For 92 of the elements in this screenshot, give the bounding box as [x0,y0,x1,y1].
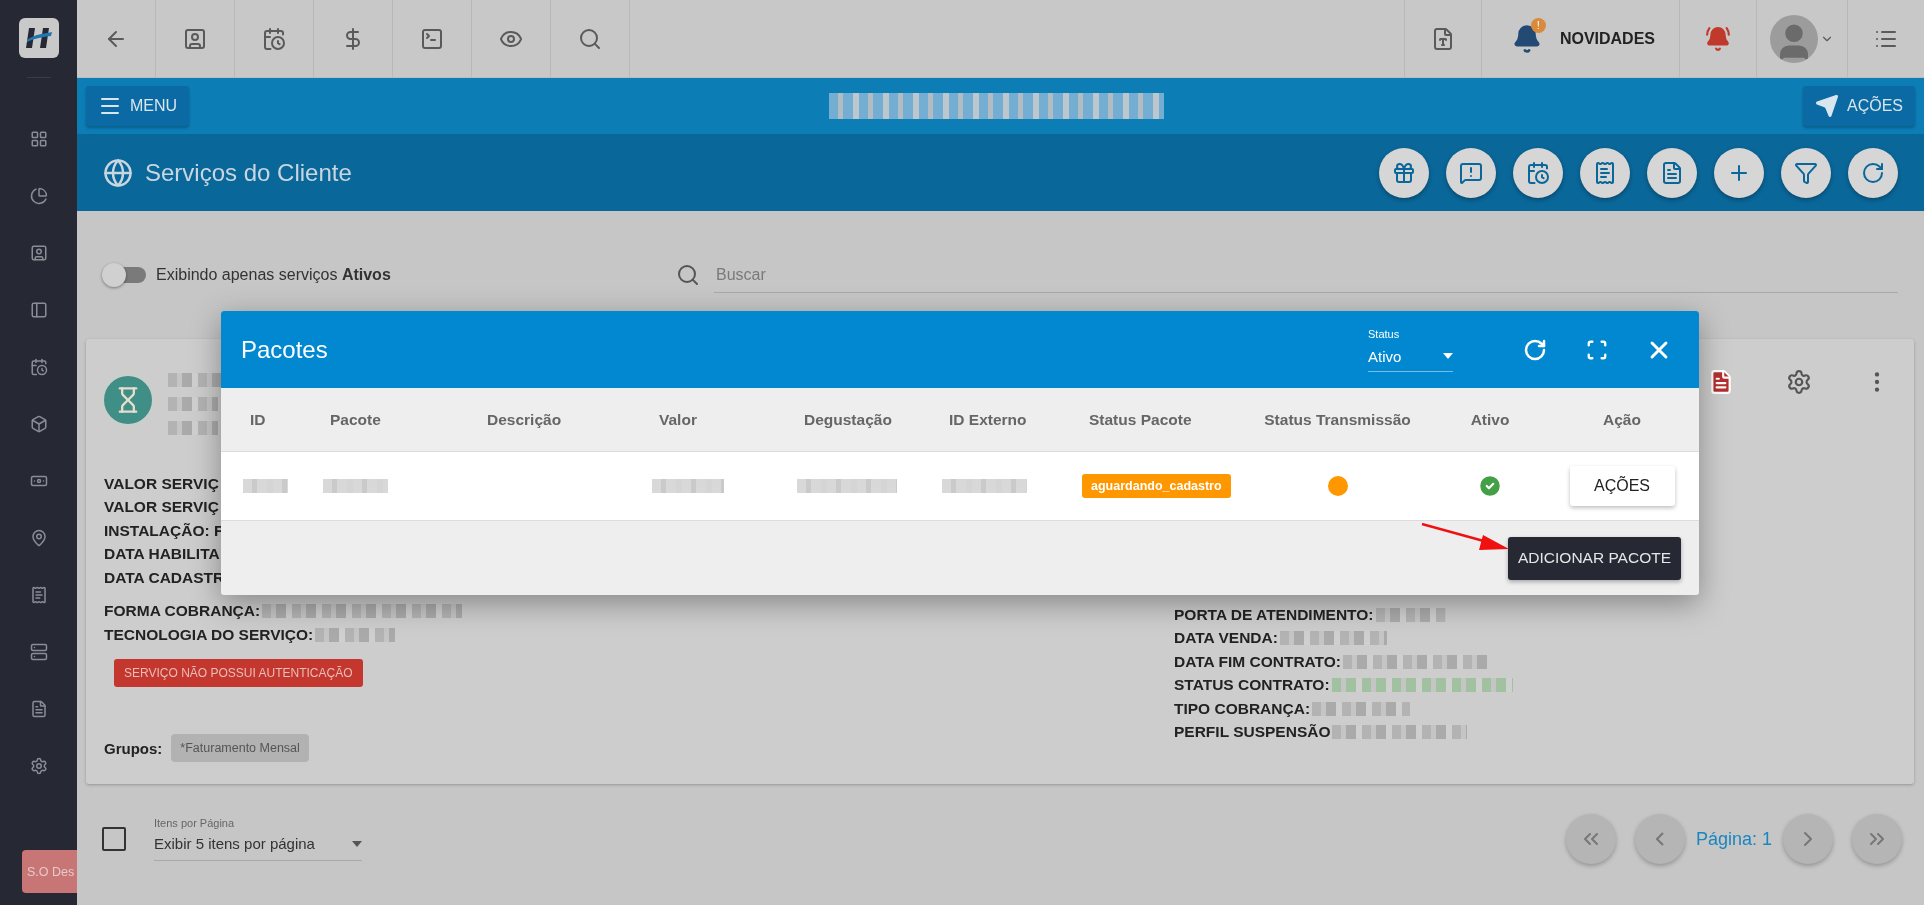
field-label: FORMA COBRANÇA: [104,602,261,621]
redacted-value [652,479,724,493]
field-label: TECNOLOGIA DO SERVIÇO: [104,625,314,644]
redacted-value [243,479,288,493]
document-icon [29,699,48,718]
globe-icon [103,157,133,188]
field-label: VALOR SERVIÇ [104,498,219,517]
action-button[interactable] [1848,147,1898,198]
status-select[interactable]: Status Ativo [1368,327,1453,372]
contact-card-icon [183,26,207,51]
column-header: Status Transmissão [1263,410,1412,429]
action-button[interactable] [1781,147,1831,198]
alert-message-icon [1459,160,1483,185]
page-title: Serviços do Cliente [145,158,353,187]
field-label: DATA FIM CONTRATO: [1174,652,1342,671]
caret-icon [1443,353,1453,359]
field-label: STATUS CONTRATO: [1174,676,1330,695]
column-header: Valor [658,410,698,429]
action-button[interactable] [1513,147,1563,198]
redacted-value [323,479,388,493]
last-page-button[interactable] [1852,814,1902,864]
actions-button[interactable]: AÇÕES [1569,466,1675,506]
refresh-icon [1523,337,1547,362]
pie-chart-icon [29,186,48,205]
add-package-button[interactable]: ADICIONAR PACOTE [1508,536,1681,580]
auth-warning-badge: SERVIÇO NÃO POSSUI AUTENTICAÇÃO [114,658,363,687]
caret-icon [352,840,362,847]
alarm-bell-icon [1705,25,1731,52]
column-header: Status Pacote [1088,410,1193,429]
document-icon[interactable] [1708,369,1734,395]
first-page-button[interactable] [1565,814,1616,864]
column-header: Pacote [329,410,382,429]
group-chip: *Faturamento Mensal [171,734,309,762]
news-button[interactable]: ! NOVIDADES [1480,0,1679,77]
calendar-clock-icon [29,357,48,376]
grid-icon [29,129,48,148]
action-button[interactable] [1580,147,1630,198]
document-icon [1660,160,1684,185]
column-header: ID [249,410,267,429]
fullscreen-icon [1586,338,1608,361]
receipt-icon [1593,160,1617,185]
receipt-icon [29,585,48,604]
box-icon [29,414,48,433]
redacted-value [1375,607,1446,622]
field-label: DATA CADASTR [104,568,225,587]
menu-button[interactable]: MENU [86,86,190,126]
dialog-title: Pacotes [241,335,329,364]
actions-button[interactable]: AÇÕES [1803,86,1915,126]
refresh-icon [1861,160,1885,185]
field-label: PERFIL SUSPENSÃO [1174,723,1331,742]
search-icon [578,26,602,51]
column-header: Descrição [486,410,563,429]
items-per-page-select[interactable]: Itens por Página Exibir 5 itens por página [154,817,362,861]
filter-icon [1794,160,1818,185]
settings-icon[interactable] [1786,369,1812,395]
news-label: NOVIDADES [1559,29,1655,48]
send-icon [1815,94,1839,118]
field-label: DATA VENDA: [1174,629,1278,648]
field-label: PORTA DE ATENDIMENTO: [1174,605,1374,624]
action-button[interactable] [1714,147,1764,198]
chevron-left-icon [1655,832,1664,846]
page-indicator: Página: 1 [1695,828,1772,850]
transmission-status-dot [1327,476,1348,496]
search-icon [676,263,700,287]
column-header: Degustação [803,410,893,429]
terminal-icon [420,26,444,51]
field-label: TIPO COBRANÇA: [1174,699,1311,718]
map-pin-icon [29,528,48,547]
settings-icon [29,756,48,775]
field-label: DATA HABILITA [104,545,220,564]
groups-label: Grupos: [104,739,163,757]
gift-icon [1392,160,1416,185]
logo-icon[interactable] [18,18,59,58]
search-field[interactable]: Buscar [714,257,1898,293]
action-button[interactable] [1379,147,1429,198]
column-header: ID Externo [948,410,1028,429]
notification-badge: ! [1530,17,1546,33]
redacted-value [168,421,218,435]
server-icon [29,642,48,661]
redacted-value [168,397,218,411]
action-button[interactable] [1446,147,1496,198]
toggle-label: Exibindo apenas serviços Ativos [156,266,392,284]
column-header: Ação [1602,410,1642,429]
calendar-clock-icon [1526,160,1550,185]
status-tag: aguardando_cadastro [1082,474,1231,498]
action-button[interactable] [1647,147,1697,198]
contact-card-icon [29,243,48,262]
panel-icon [29,300,48,319]
calendar-clock-icon [262,26,286,51]
select-all-checkbox[interactable] [102,827,126,851]
column-header: Ativo [1469,410,1511,429]
field-label: VALOR SERVIÇ [104,474,219,493]
